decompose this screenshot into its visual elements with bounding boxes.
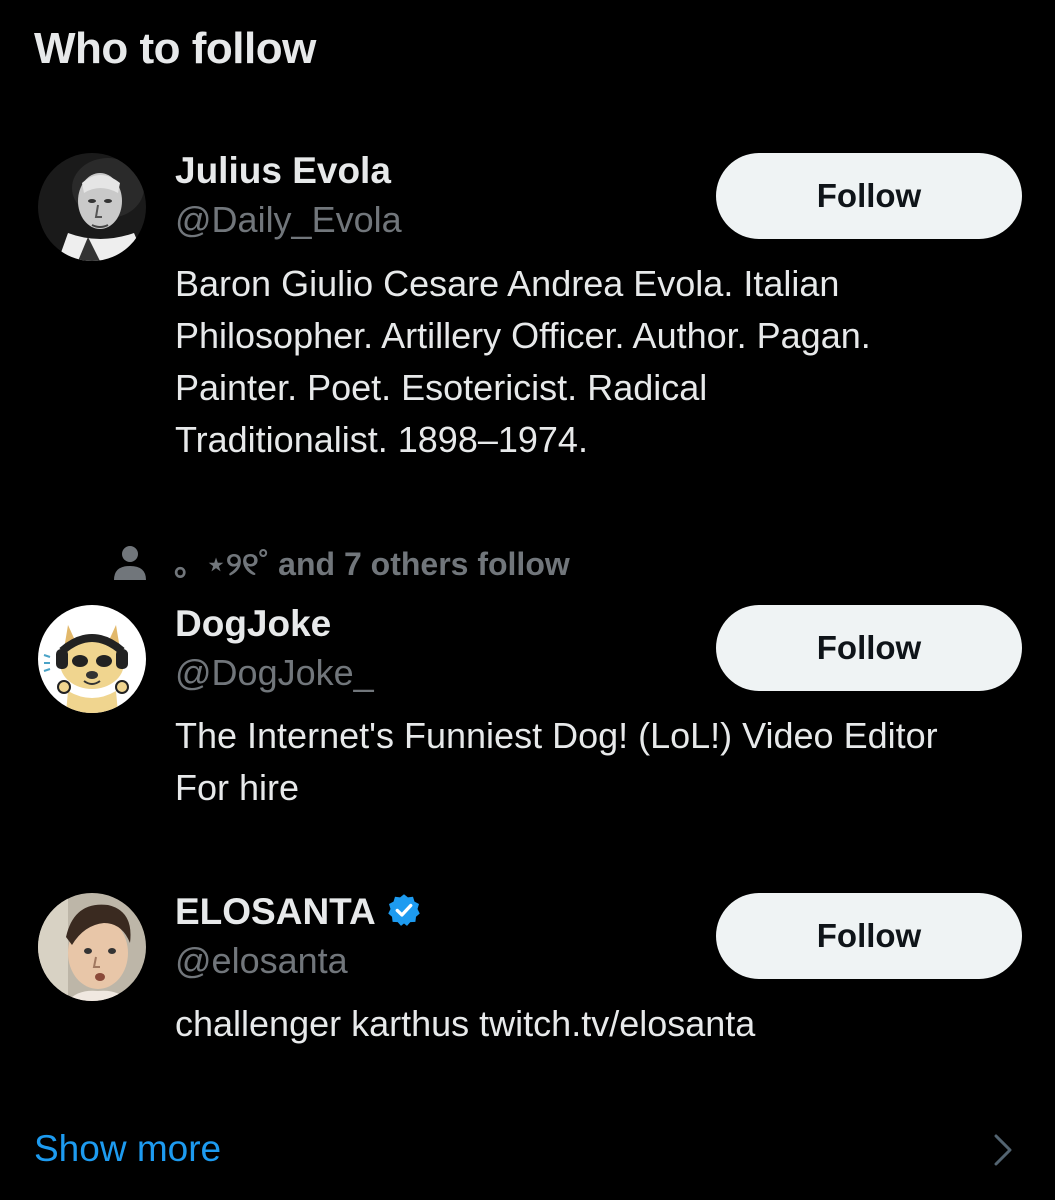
- user-name-text: ELOSANTA: [175, 891, 376, 932]
- follow-button[interactable]: Follow: [716, 153, 1022, 239]
- user-bio: challenger karthus twitch.tv/elosanta: [175, 998, 1035, 1050]
- bio-line: challenger karthus twitch.tv/elosanta: [175, 1003, 756, 1044]
- bio-line: Baron Giulio Cesare Andrea Evola. Italia…: [175, 263, 840, 304]
- avatar-julius-evola[interactable]: [38, 153, 146, 261]
- user-handle: @Daily_Evola: [175, 199, 402, 240]
- user-name[interactable]: DogJoke: [175, 603, 331, 645]
- show-more-link[interactable]: Show more: [34, 1128, 221, 1170]
- user-handle: @DogJoke_: [175, 652, 374, 693]
- social-context: 。⋆୨୧˚ and 7 others follow: [110, 538, 570, 586]
- follow-button[interactable]: Follow: [716, 605, 1022, 691]
- verified-badge-icon: [386, 892, 422, 928]
- bio-line: Painter. Poet. Esotericist. Radical: [175, 367, 708, 408]
- user-name[interactable]: Julius Evola: [175, 150, 391, 192]
- bio-line: Traditionalist. 1898–1974.: [175, 419, 588, 460]
- avatar-elosanta[interactable]: [38, 893, 146, 1001]
- bio-line: For hire: [175, 767, 300, 808]
- avatar-dogjoke[interactable]: [38, 605, 146, 713]
- chevron-right-icon[interactable]: [990, 1132, 1016, 1168]
- social-context-text: 。⋆୨୧˚ and 7 others follow: [174, 546, 570, 582]
- bio-line: Philosopher. Artillery Officer. Author. …: [175, 315, 871, 356]
- user-bio: The Internet's Funniest Dog! (LoL!) Vide…: [175, 710, 1035, 814]
- user-bio: Baron Giulio Cesare Andrea Evola. Italia…: [175, 258, 1035, 466]
- user-name[interactable]: ELOSANTA: [175, 891, 422, 933]
- bio-line: The Internet's Funniest Dog! (LoL!) Vide…: [175, 715, 938, 756]
- section-title: Who to follow: [34, 24, 316, 73]
- user-handle: @elosanta: [175, 940, 348, 981]
- follow-button[interactable]: Follow: [716, 893, 1022, 979]
- person-icon: [110, 542, 150, 582]
